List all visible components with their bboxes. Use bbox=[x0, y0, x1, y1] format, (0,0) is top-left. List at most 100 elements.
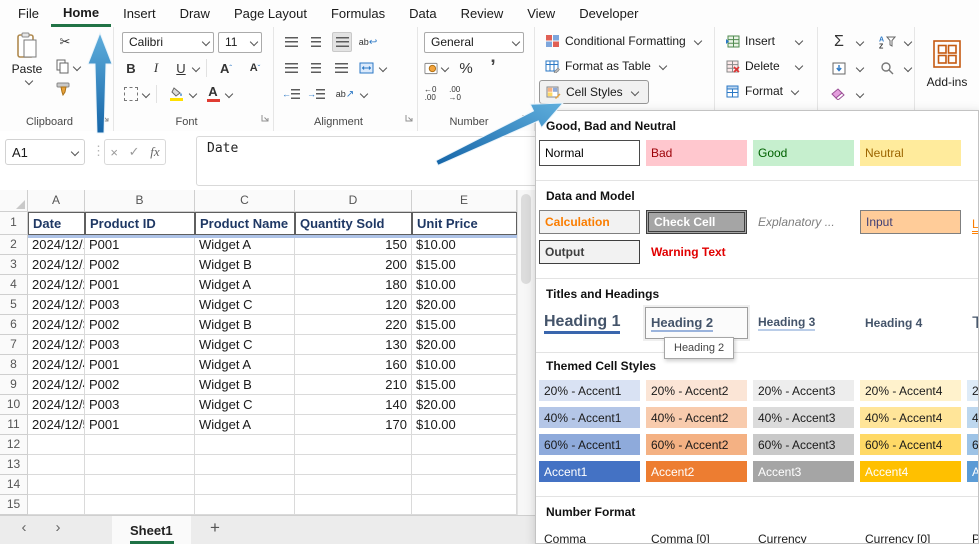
cell-style-item[interactable]: 40% - Accent2 bbox=[646, 407, 747, 428]
cell-A6[interactable]: 2024/12/3 bbox=[28, 315, 85, 335]
cell-E2[interactable]: $10.00 bbox=[412, 235, 517, 255]
cell-D2[interactable]: 150 bbox=[295, 235, 412, 255]
row-header-1[interactable]: 1 bbox=[0, 212, 28, 235]
cell-E8[interactable]: $10.00 bbox=[412, 355, 517, 375]
decrease-font-button[interactable]: Aˇ bbox=[244, 59, 266, 77]
cell-style-item[interactable]: Accent2 bbox=[646, 461, 747, 482]
cell-styles-button[interactable]: Cell Styles bbox=[539, 80, 649, 104]
cell-A15[interactable] bbox=[28, 495, 85, 515]
cell-E10[interactable]: $20.00 bbox=[412, 395, 517, 415]
row-header-3[interactable]: 3 bbox=[0, 255, 28, 275]
cell-C5[interactable]: Widget C bbox=[195, 295, 295, 315]
cell-E14[interactable] bbox=[412, 475, 517, 495]
cell-A3[interactable]: 2024/12/1 bbox=[28, 255, 85, 275]
cell-style-item[interactable]: 60% - Accent4 bbox=[860, 434, 961, 455]
top-align-button[interactable] bbox=[282, 33, 300, 51]
cell-C8[interactable]: Widget A bbox=[195, 355, 295, 375]
comma-style-button[interactable]: ’ bbox=[484, 57, 502, 78]
cell-D9[interactable]: 210 bbox=[295, 375, 412, 395]
cell-B13[interactable] bbox=[85, 455, 195, 475]
clear-button[interactable] bbox=[830, 85, 848, 103]
cell-style-item[interactable]: Accent1 bbox=[539, 461, 640, 482]
cell-style-item[interactable]: Explanatory ... bbox=[753, 210, 854, 234]
cell-B8[interactable]: P001 bbox=[85, 355, 195, 375]
cell-A4[interactable]: 2024/12/2 bbox=[28, 275, 85, 295]
addins-button[interactable]: Add-ins bbox=[915, 39, 979, 89]
conditional-formatting-button[interactable]: Conditional Formatting bbox=[539, 30, 714, 52]
cell-style-item[interactable]: Calculation bbox=[539, 210, 640, 234]
center-button[interactable] bbox=[307, 59, 325, 77]
cell-E4[interactable]: $10.00 bbox=[412, 275, 517, 295]
cell-E6[interactable]: $15.00 bbox=[412, 315, 517, 335]
column-header-B[interactable]: B bbox=[85, 190, 195, 212]
select-all-corner[interactable] bbox=[0, 190, 28, 212]
orientation-button[interactable]: ab ↗ bbox=[332, 85, 358, 103]
cell-style-item[interactable]: Comma [0] bbox=[646, 531, 747, 543]
cell-A1[interactable]: Date bbox=[28, 212, 85, 235]
cell-style-item[interactable]: Title bbox=[967, 308, 978, 338]
cell-C14[interactable] bbox=[195, 475, 295, 495]
cell-D8[interactable]: 160 bbox=[295, 355, 412, 375]
cell-style-item[interactable]: Heading 1 bbox=[539, 308, 640, 338]
cell-E11[interactable]: $10.00 bbox=[412, 415, 517, 435]
decrease-decimal-button[interactable]: .00 →0 bbox=[448, 86, 460, 102]
italic-button[interactable]: I bbox=[147, 59, 165, 77]
cell-C2[interactable]: Widget A bbox=[195, 235, 295, 255]
cell-E12[interactable] bbox=[412, 435, 517, 455]
bottom-align-button[interactable] bbox=[332, 32, 352, 52]
row-header-5[interactable]: 5 bbox=[0, 295, 28, 315]
cell-style-item[interactable]: 40% - Accent3 bbox=[753, 407, 854, 428]
cell-style-item[interactable]: 40% - Accent5 bbox=[967, 407, 978, 428]
cell-style-item[interactable]: 60% - Accent2 bbox=[646, 434, 747, 455]
cell-A2[interactable]: 2024/12/1 bbox=[28, 235, 85, 255]
wrap-text-button[interactable]: ab ↩ bbox=[359, 33, 377, 51]
cell-E1[interactable]: Unit Price bbox=[412, 212, 517, 235]
cell-D11[interactable]: 170 bbox=[295, 415, 412, 435]
cell-style-item[interactable]: Input bbox=[860, 210, 961, 234]
align-left-button[interactable] bbox=[282, 59, 300, 77]
cell-C7[interactable]: Widget C bbox=[195, 335, 295, 355]
row-header-12[interactable]: 12 bbox=[0, 435, 28, 455]
alignment-dialog-launcher[interactable] bbox=[405, 110, 414, 128]
cell-D15[interactable] bbox=[295, 495, 412, 515]
font-color-button[interactable]: A bbox=[203, 85, 223, 103]
cell-B15[interactable] bbox=[85, 495, 195, 515]
cell-style-item[interactable]: 20% - Accent4 bbox=[860, 380, 961, 401]
cell-D3[interactable]: 200 bbox=[295, 255, 412, 275]
insert-function-button[interactable]: fx bbox=[150, 144, 159, 160]
cell-style-item[interactable]: Currency [0] bbox=[860, 531, 961, 543]
cell-D14[interactable] bbox=[295, 475, 412, 495]
cell-D4[interactable]: 180 bbox=[295, 275, 412, 295]
increase-indent-button[interactable]: → bbox=[307, 85, 325, 103]
format-cells-button[interactable]: Format bbox=[719, 80, 817, 102]
row-header-15[interactable]: 15 bbox=[0, 495, 28, 515]
cell-style-item[interactable]: Bad bbox=[646, 140, 747, 166]
cell-style-item[interactable]: 40% - Accent1 bbox=[539, 407, 640, 428]
cell-B6[interactable]: P002 bbox=[85, 315, 195, 335]
menu-tab-view[interactable]: View bbox=[515, 0, 567, 27]
cell-A12[interactable] bbox=[28, 435, 85, 455]
cell-A11[interactable]: 2024/12/5 bbox=[28, 415, 85, 435]
cell-style-item[interactable]: Neutral bbox=[860, 140, 961, 166]
menu-tab-formulas[interactable]: Formulas bbox=[319, 0, 397, 27]
column-header-C[interactable]: C bbox=[195, 190, 295, 212]
number-format-select[interactable]: General bbox=[424, 31, 524, 53]
cell-B4[interactable]: P001 bbox=[85, 275, 195, 295]
font-family-select[interactable]: Calibri bbox=[122, 31, 214, 53]
menu-tab-review[interactable]: Review bbox=[449, 0, 516, 27]
cell-C10[interactable]: Widget C bbox=[195, 395, 295, 415]
scrollbar-thumb[interactable] bbox=[521, 194, 531, 284]
cell-style-item[interactable]: 20% - Accent3 bbox=[753, 380, 854, 401]
next-sheet-button[interactable]: › bbox=[48, 519, 68, 536]
borders-button[interactable] bbox=[122, 85, 140, 103]
cell-style-item[interactable]: 20% - Accent2 bbox=[646, 380, 747, 401]
cell-style-item[interactable]: Heading 3 bbox=[753, 308, 854, 338]
cell-style-item[interactable]: Heading 2 bbox=[646, 308, 747, 338]
row-header-14[interactable]: 14 bbox=[0, 475, 28, 495]
cancel-button[interactable]: × bbox=[110, 145, 118, 160]
cell-B10[interactable]: P003 bbox=[85, 395, 195, 415]
cell-E5[interactable]: $20.00 bbox=[412, 295, 517, 315]
cell-D13[interactable] bbox=[295, 455, 412, 475]
column-header-A[interactable]: A bbox=[28, 190, 85, 212]
cell-style-item[interactable]: Linked Cell bbox=[967, 210, 978, 234]
